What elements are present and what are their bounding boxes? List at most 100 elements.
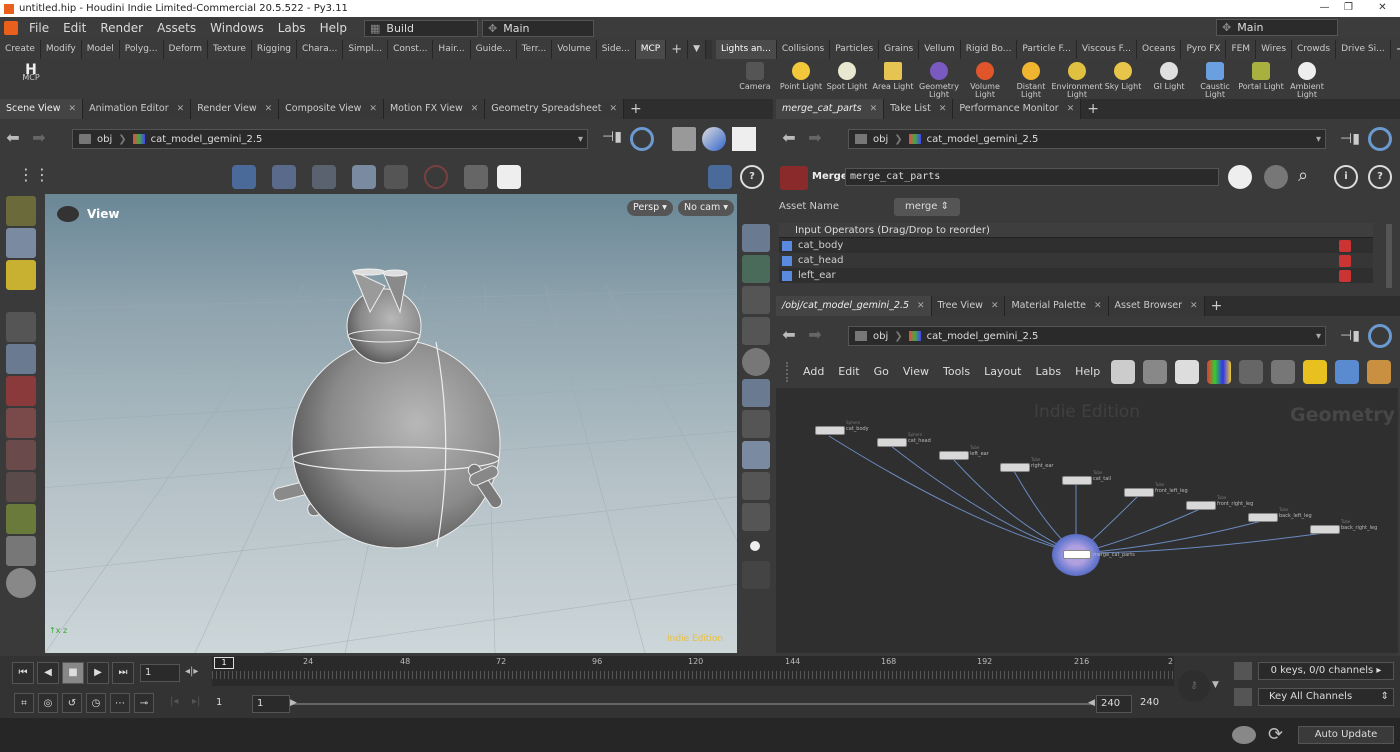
- node-cat-body[interactable]: [815, 426, 845, 435]
- add-shelf-icon[interactable]: +: [666, 40, 689, 59]
- mcp-tool[interactable]: H MCP: [8, 63, 54, 82]
- tab-motion-fx-view[interactable]: Motion FX View ✕: [383, 99, 486, 119]
- range-end-field-2[interactable]: 240: [1136, 695, 1174, 713]
- shelf-tab[interactable]: Oceans: [1136, 40, 1182, 59]
- playhead-frame[interactable]: 1: [214, 657, 234, 669]
- tab-network-path[interactable]: /obj/cat_model_gemini_2.5 ✕: [776, 296, 932, 316]
- range-start-field-2[interactable]: 1: [252, 695, 290, 713]
- node-back-left-leg[interactable]: [1248, 513, 1278, 522]
- environment-light-tool[interactable]: Environment Light: [1051, 59, 1103, 99]
- net-menu-labs[interactable]: Labs: [1029, 365, 1069, 378]
- gi-light-tool[interactable]: GI Light: [1146, 59, 1192, 99]
- close-tab-icon[interactable]: ✕: [917, 296, 925, 316]
- tab-composite-view[interactable]: Composite View ✕: [279, 99, 384, 119]
- close-tab-icon[interactable]: ✕: [610, 99, 618, 119]
- play-reverse-icon[interactable]: ◀: [37, 662, 59, 684]
- lock-icon[interactable]: [6, 344, 36, 374]
- inputs-scrollbar[interactable]: [1386, 224, 1392, 288]
- menu-file[interactable]: File: [22, 21, 56, 35]
- lock-camera-icon[interactable]: [742, 286, 770, 314]
- view-tool-icon[interactable]: [6, 568, 36, 598]
- menu-windows[interactable]: Windows: [203, 21, 271, 35]
- grid-view-icon[interactable]: [1239, 359, 1264, 384]
- spot-light-tool[interactable]: Spot Light: [824, 59, 870, 99]
- shelf-tab[interactable]: Volume: [552, 40, 597, 59]
- background-image-icon[interactable]: [1335, 359, 1360, 384]
- fps-icon[interactable]: ⋯: [110, 693, 130, 713]
- shelf-tab[interactable]: Drive Si...: [1336, 40, 1391, 59]
- camera-tool[interactable]: Camera: [732, 59, 778, 99]
- display-normals-icon[interactable]: [742, 503, 770, 531]
- remove-input-icon[interactable]: [1339, 254, 1351, 267]
- scene-viewport[interactable]: View Persp ▾ No cam ▾ ↑x z Indie Edition: [45, 194, 737, 653]
- snap-icon[interactable]: [742, 255, 770, 283]
- close-tab-icon[interactable]: ✕: [471, 99, 479, 119]
- range-end-field[interactable]: 240: [1096, 695, 1132, 713]
- input-row[interactable]: left_ear: [779, 268, 1373, 283]
- package-icon[interactable]: [1367, 359, 1392, 384]
- shelf-tab[interactable]: Guide...: [470, 40, 517, 59]
- tab-material-palette[interactable]: Material Palette ✕: [1005, 296, 1109, 316]
- shelf-tab[interactable]: FEM: [1226, 40, 1257, 59]
- visualizer-icon[interactable]: [742, 348, 770, 376]
- desktop-select[interactable]: ▦ Build: [364, 19, 478, 37]
- volume-light-tool[interactable]: Volume Light: [962, 59, 1008, 99]
- add-tab-icon[interactable]: +: [1204, 296, 1229, 316]
- shelf-tab[interactable]: Hair...: [433, 40, 471, 59]
- shelf-tab[interactable]: Crowds: [1292, 40, 1337, 59]
- pin-icon[interactable]: ⊣▮: [602, 129, 626, 149]
- node-name-field[interactable]: merge_cat_parts: [845, 168, 1219, 186]
- step-icon[interactable]: ◂|▸: [185, 666, 198, 677]
- tab-tree-view[interactable]: Tree View ✕: [931, 296, 1006, 316]
- shelf-tab[interactable]: Side...: [596, 40, 636, 59]
- flipbook-icon[interactable]: [384, 165, 408, 189]
- persp-menu[interactable]: Persp ▾: [627, 200, 673, 216]
- tab-take-list[interactable]: Take List ✕: [884, 99, 954, 119]
- geometry-light-tool[interactable]: Geometry Light: [916, 59, 962, 99]
- shelf-tab[interactable]: Grains: [879, 40, 920, 59]
- menu-render[interactable]: Render: [93, 21, 150, 35]
- wrench-tools-icon[interactable]: [1111, 359, 1136, 384]
- shelf-tab-mcp[interactable]: MCP: [635, 40, 667, 59]
- sticky-note-icon[interactable]: [1303, 359, 1328, 384]
- shelf-tab[interactable]: Create: [0, 40, 41, 59]
- shelf-tab[interactable]: Polyg...: [119, 40, 164, 59]
- ambient-light-tool[interactable]: Ambient Light: [1284, 59, 1330, 99]
- remove-input-icon[interactable]: [1339, 269, 1351, 282]
- input-row[interactable]: cat_body: [779, 238, 1373, 253]
- next-key-icon[interactable]: ▸|: [192, 696, 200, 707]
- jump-start-icon[interactable]: ⏮: [12, 662, 34, 684]
- add-shelf-icon[interactable]: +: [1390, 40, 1400, 59]
- display-options-icon[interactable]: [708, 165, 732, 189]
- shelf-tab[interactable]: Simpl...: [343, 40, 389, 59]
- key-mode-select[interactable]: Key All Channels ⇕: [1258, 688, 1394, 706]
- node-left-ear[interactable]: [939, 451, 969, 460]
- back-icon[interactable]: ⬅: [776, 129, 802, 149]
- stop-icon[interactable]: ■: [62, 662, 84, 684]
- shelf-tab-lights[interactable]: Lights an...: [716, 40, 777, 59]
- shelf-tab[interactable]: Rigid Bo...: [960, 40, 1018, 59]
- tab-scene-view[interactable]: Scene View ✕: [0, 99, 84, 119]
- camera-menu[interactable]: No cam ▾: [678, 200, 735, 216]
- net-menu-layout[interactable]: Layout: [977, 365, 1028, 378]
- link-icon[interactable]: [1367, 324, 1392, 348]
- viewport-layout-icon[interactable]: [732, 127, 756, 151]
- view-camera-icon[interactable]: [57, 206, 79, 222]
- asset-name-select[interactable]: merge ⇕: [894, 198, 960, 216]
- gear-icon[interactable]: [1228, 165, 1252, 189]
- realtime-icon[interactable]: ◎: [38, 693, 58, 713]
- scale-tool-icon[interactable]: [6, 440, 36, 470]
- tab-render-view[interactable]: Render View ✕: [191, 99, 280, 119]
- range-slider[interactable]: [292, 703, 1092, 705]
- close-tab-icon[interactable]: ✕: [1190, 296, 1198, 316]
- shelf-tab[interactable]: Particle F...: [1017, 40, 1077, 59]
- houdini-menu-icon[interactable]: [4, 21, 18, 35]
- info-icon[interactable]: i: [1334, 165, 1358, 189]
- orbit-tool-icon[interactable]: [232, 165, 256, 189]
- add-tab-icon[interactable]: +: [624, 99, 648, 119]
- shelf-tab[interactable]: Texture: [207, 40, 252, 59]
- node-front-left-leg[interactable]: [1124, 488, 1154, 497]
- node-back-right-leg[interactable]: [1310, 525, 1340, 534]
- shelf-tab[interactable]: Terr...: [516, 40, 553, 59]
- graph-icon[interactable]: [1234, 688, 1252, 706]
